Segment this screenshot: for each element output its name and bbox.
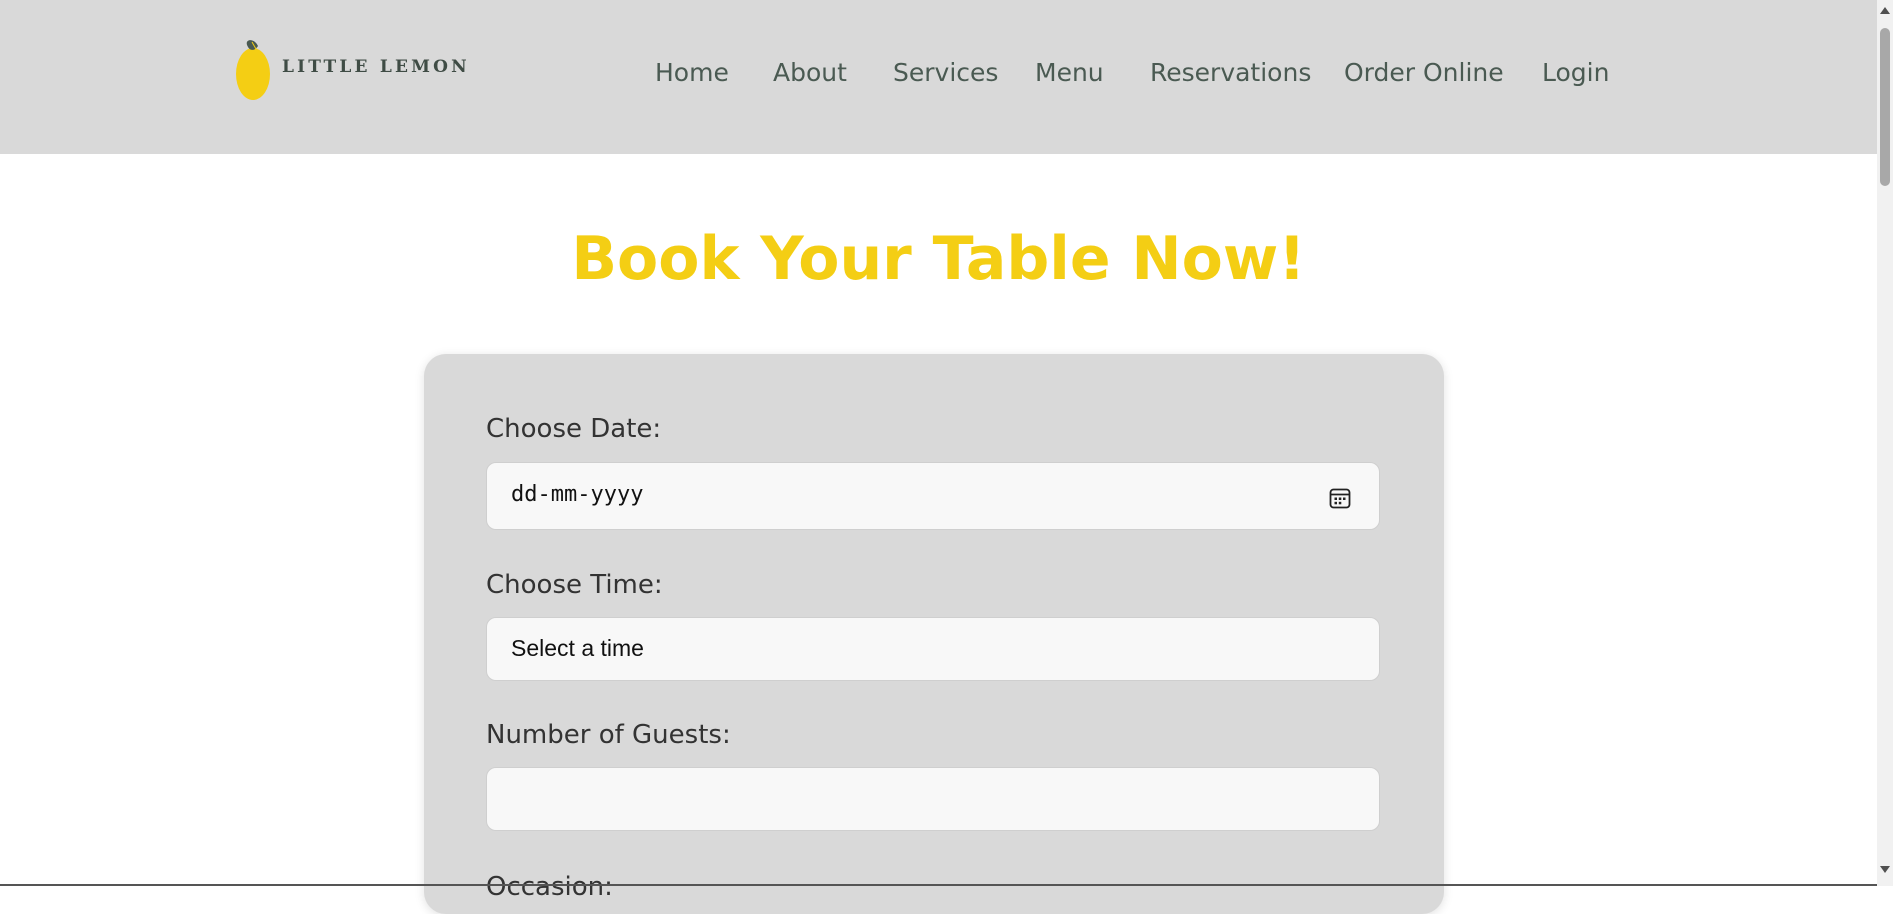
time-select-value: Select a time — [511, 635, 644, 661]
reservation-form: Choose Date: dd-mm-yyyy Choose Time: Sel… — [424, 354, 1444, 914]
date-placeholder: dd-mm-yyyy — [511, 482, 644, 507]
date-label: Choose Date: — [486, 414, 662, 444]
nav-services[interactable]: Services — [893, 58, 998, 87]
time-label: Choose Time: — [486, 570, 663, 600]
nav-order-online[interactable]: Order Online — [1344, 58, 1504, 87]
main-nav: Home About Services Menu Reservations Or… — [0, 58, 1877, 94]
nav-menu[interactable]: Menu — [1035, 58, 1104, 87]
scroll-thumb[interactable] — [1880, 28, 1890, 186]
occasion-label: Occasion: — [486, 872, 613, 902]
guests-input[interactable] — [486, 767, 1380, 831]
time-select[interactable]: Select a time — [486, 617, 1380, 681]
date-input[interactable]: dd-mm-yyyy — [486, 462, 1380, 530]
nav-about[interactable]: About — [773, 58, 847, 87]
nav-reservations[interactable]: Reservations — [1150, 58, 1311, 87]
scroll-up-icon[interactable] — [1880, 7, 1890, 14]
page-title: Book Your Table Now! — [571, 224, 1306, 294]
nav-home[interactable]: Home — [655, 58, 729, 87]
nav-login[interactable]: Login — [1542, 58, 1609, 87]
calendar-icon[interactable] — [1329, 487, 1351, 509]
vertical-scrollbar[interactable] — [1877, 0, 1893, 886]
site-header: LITTLE LEMON Home About Services Menu Re… — [0, 0, 1877, 154]
scroll-down-icon[interactable] — [1880, 866, 1890, 873]
guests-label: Number of Guests: — [486, 720, 731, 750]
